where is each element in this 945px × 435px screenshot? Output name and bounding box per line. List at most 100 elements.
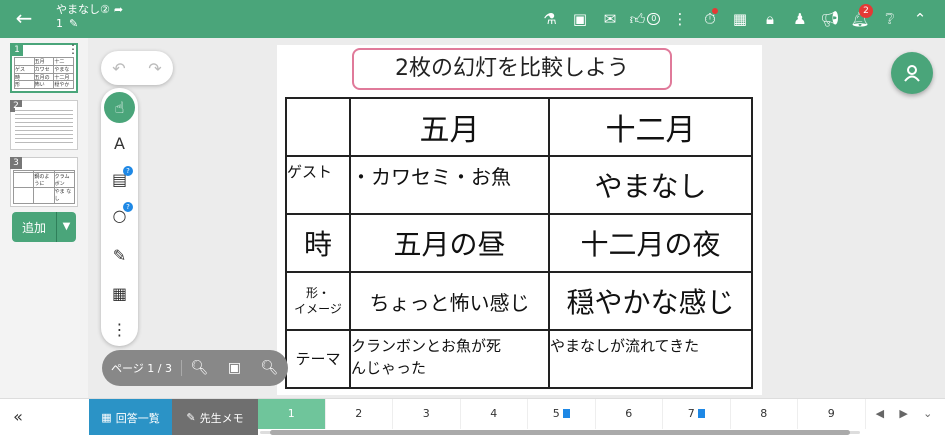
more-vertical-icon[interactable]: ⋮ (665, 0, 695, 38)
page-nav-arrows: ◀ ▶ ⌄ (868, 407, 940, 427)
table-cell: クランボンとお魚が死 んじゃった (349, 329, 550, 389)
expand-down-icon[interactable]: ⌄ (923, 407, 932, 427)
scroll-thumb[interactable] (270, 430, 850, 435)
page-tab-label: 1 (287, 407, 295, 420)
zoom-out-icon[interactable]: 🔍︎ (182, 360, 217, 376)
zoom-in-icon[interactable]: 🔍︎ (252, 360, 287, 376)
thumb-cell: 時 (15, 73, 35, 82)
answers-list-button[interactable]: ▦ 回答一覧 (89, 399, 172, 435)
thumbnail-table: 五月 十二 ゲス カワセミ やまな 時 五月の昼 十二月の夜 形 怖い 穏やか (14, 57, 74, 89)
notification-bell-icon[interactable]: 🔔︎ 2 (845, 0, 875, 38)
table-row: 時 五月の昼 十二月の夜 (285, 213, 753, 273)
pen-icon: ✎ (112, 246, 127, 265)
edit-pencil-icon[interactable]: ✎ (69, 17, 78, 31)
next-arrow-icon[interactable]: ▶ (899, 407, 907, 427)
help-badge-icon: ? (123, 166, 133, 176)
thumb-cell: 五月の昼 (34, 73, 55, 82)
add-dropdown-caret-icon[interactable]: ▼ (56, 212, 76, 242)
comparison-table: 五月 十二月 ゲスト ・カワセミ・お魚 やまなし 時 五月の昼 十二月の夜 形・… (285, 97, 753, 389)
table-cell: やまなしが流れてきた (548, 329, 753, 389)
lock-icon[interactable]: 🔒︎ (755, 0, 785, 38)
thumb-cell: 十二月の夜 (54, 73, 74, 82)
collapse-up-icon[interactable]: ⌃ (905, 0, 935, 38)
table-cell: 十二月の夜 (548, 213, 753, 273)
page-tab[interactable]: 5 (528, 399, 596, 429)
table-row: テーマ クランボンとお魚が死 んじゃった やまなしが流れてきた (285, 329, 753, 389)
page-tab[interactable]: 1 (258, 399, 326, 429)
page-tab-label: 3 (422, 407, 430, 420)
add-slide-button[interactable]: 追加 ▼ (12, 212, 76, 242)
screen-lock-icon[interactable]: ▦ (725, 0, 755, 38)
page-tab[interactable]: 6 (596, 399, 663, 429)
shape-tool[interactable]: ○ ? (104, 200, 135, 231)
table-cell: ゲスト (285, 155, 351, 215)
page-zoom-bar: ページ 1 / 3 🔍︎ ▣ 🔍︎ (102, 350, 288, 386)
thumb-cell (34, 188, 55, 204)
thumbnail-table: 鋼のよ うに クラム ボン やま なし (13, 170, 75, 204)
thumbnail-menu-icon[interactable]: ⋮ (67, 42, 79, 56)
page-tab-label: 8 (760, 407, 768, 420)
thumb-cell: 怖い (34, 81, 55, 89)
page-tab[interactable]: 4 (461, 399, 528, 429)
redo-icon[interactable]: ↷ (148, 59, 161, 78)
document-icon (562, 409, 570, 418)
person-icon (904, 65, 920, 82)
thumb-cell: 形 (15, 81, 35, 89)
help-icon[interactable]: ❔︎ (875, 0, 905, 38)
thumbnail-text-lines (15, 107, 73, 145)
page-tab[interactable]: 3 (393, 399, 461, 429)
undo-redo-box: ↶ ↷ (101, 51, 173, 85)
thumb-cell (14, 172, 35, 189)
thumb-cell: 穏やか (54, 81, 74, 89)
image-tool[interactable]: ▦ (104, 278, 135, 309)
page-tab-label: 2 (355, 407, 363, 420)
broadcast-icon[interactable]: 📢︎ (815, 0, 845, 38)
chat-icon[interactable]: ✉ (595, 0, 625, 38)
teacher-memo-button[interactable]: ✎ 先生メモ (172, 399, 258, 435)
thumbnail-number: 3 (10, 157, 22, 169)
like-button[interactable]: 👍︎ 0 (625, 0, 665, 38)
slide-title[interactable]: 2枚の幻灯を比較しよう (352, 48, 672, 90)
screen-share-icon[interactable]: ▣ (565, 0, 595, 38)
slide-thumbnail-2[interactable]: 2 (10, 100, 78, 150)
lesson-subtitle: 1 (56, 17, 63, 30)
page-tabs-scrollbar[interactable] (260, 429, 860, 435)
collapse-left-icon[interactable]: « (8, 407, 28, 427)
fit-screen-icon[interactable]: ▣ (217, 360, 252, 376)
text-a-icon: A (114, 134, 125, 153)
thumbs-up-icon: 👍︎ (629, 9, 646, 28)
table-cell: 形・ イメージ (285, 271, 351, 331)
thumb-cell: カワセミ (34, 65, 55, 74)
table-row: 形・ イメージ ちょっと怖い感じ 穏やかな感じ (285, 271, 753, 331)
lesson-title-area: やまなし② ➦ 1 ✎ (56, 3, 123, 31)
pointer-hand-tool[interactable]: ☝ (104, 92, 135, 123)
thumb-cell: 鋼のよ うに (34, 172, 55, 189)
flask-icon[interactable]: ⚗ (535, 0, 565, 38)
share-icon[interactable]: ➦ (114, 3, 123, 17)
back-arrow-icon[interactable]: ← (12, 6, 36, 30)
student-view-button[interactable] (891, 52, 933, 94)
page-tab-label: 6 (625, 407, 633, 420)
prev-arrow-icon[interactable]: ◀ (876, 407, 884, 427)
page-tab[interactable]: 9 (798, 399, 866, 429)
bottom-bar: « ▦ 回答一覧 ✎ 先生メモ 1 2 3 4 5 6 7 8 9 ◀ ▶ ⌄ (0, 398, 945, 435)
page-tab[interactable]: 2 (326, 399, 393, 429)
slide-thumbnail-3[interactable]: 3 鋼のよ うに クラム ボン やま なし (10, 157, 78, 207)
slide-canvas[interactable]: 2枚の幻灯を比較しよう 五月 十二月 ゲスト ・カワセミ・お魚 やまなし 時 五… (277, 45, 762, 395)
hand-pointer-icon: ☝ (114, 98, 125, 117)
more-tools[interactable]: ⋮ (104, 314, 135, 345)
table-cell: ちょっと怖い感じ (349, 271, 550, 331)
timer-icon[interactable]: ⏱ (695, 0, 725, 38)
students-icon[interactable]: ♟ (785, 0, 815, 38)
sticky-note-tool[interactable]: ▤ ? (104, 164, 135, 195)
pen-tool[interactable]: ✎ (104, 240, 135, 271)
text-tool[interactable]: A (104, 128, 135, 159)
table-cell: 五月の昼 (349, 213, 550, 273)
table-cell (285, 97, 351, 157)
tool-palette: ☝ A ▤ ? ○ ? ✎ ▦ ⋮ (101, 88, 138, 346)
like-count: 0 (647, 13, 661, 25)
undo-icon[interactable]: ↶ (112, 59, 125, 78)
page-tab[interactable]: 8 (731, 399, 798, 429)
page-tab[interactable]: 7 (663, 399, 731, 429)
teacher-memo-label: 先生メモ (199, 411, 244, 425)
